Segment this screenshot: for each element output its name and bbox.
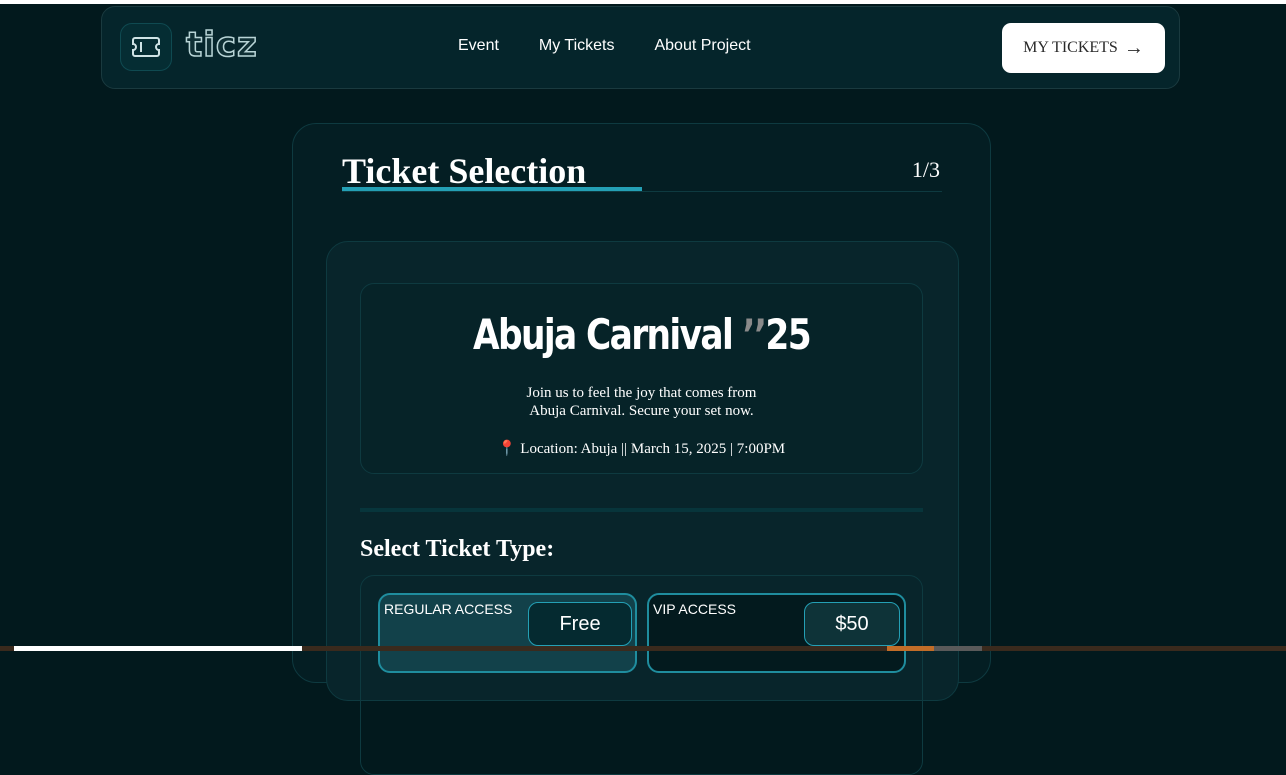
progress-track: [342, 191, 942, 192]
step-indicator: 1/3: [911, 157, 940, 182]
event-name: Abuja Carnival ’’25: [411, 310, 871, 359]
taskbar-segment: [934, 646, 982, 651]
nav-link-about-project[interactable]: About Project: [654, 37, 750, 55]
event-date: March 15, 2025: [630, 441, 727, 457]
brand-logo-text[interactable]: ticz: [185, 24, 258, 66]
primary-nav: Event My Tickets About Project: [458, 37, 751, 55]
event-meta-separator-1: ||: [621, 441, 628, 457]
ticket-option-label: VIP ACCESS: [653, 601, 737, 617]
ticket-type-options: REGULAR ACCESS Free VIP ACCESS $50: [360, 575, 923, 775]
select-ticket-type-heading: Select Ticket Type:: [360, 536, 555, 562]
arrow-right-icon: →: [1123, 36, 1144, 59]
nav-link-my-tickets[interactable]: My Tickets: [539, 37, 615, 55]
event-time: 7:00PM: [736, 441, 786, 457]
event-year: 25: [765, 310, 811, 359]
taskbar-segment: [887, 646, 934, 651]
event-description-line1: Join us to feel the joy that comes from: [526, 385, 757, 401]
event-location: Location: Abuja: [520, 441, 618, 457]
ticket-form-panel: Abuja Carnival ’’25 Join us to feel the …: [326, 241, 959, 775]
page-title: Ticket Selection: [342, 151, 587, 191]
event-year-quote: ’’: [742, 310, 768, 359]
location-pin-icon: 📍: [497, 441, 517, 457]
event-details-box: Abuja Carnival ’’25 Join us to feel the …: [360, 283, 923, 474]
ticket-option-vip[interactable]: VIP ACCESS $50: [647, 593, 906, 673]
ticket-logo-glyph: [132, 37, 160, 57]
section-divider: [360, 508, 923, 512]
my-tickets-button[interactable]: MY TICKETS →: [1002, 23, 1165, 73]
event-meta-separator-2: |: [730, 441, 734, 457]
taskbar-strip: [0, 646, 1286, 651]
event-description-line2: Abuja Carnival. Secure your set now.: [529, 403, 754, 419]
my-tickets-button-label: MY TICKETS: [1023, 39, 1118, 56]
event-description: Join us to feel the joy that comes from …: [361, 384, 922, 420]
ticket-option-regular[interactable]: REGULAR ACCESS Free: [378, 593, 637, 673]
ticket-option-price: $50: [804, 602, 900, 646]
ticket-selection-card: Ticket Selection 1/3 Abuja Carnival ’’25…: [292, 123, 991, 775]
taskbar-segment: [14, 646, 302, 651]
navbar: ticz Event My Tickets About Project MY T…: [101, 6, 1180, 89]
top-edge-bar: [0, 0, 1286, 4]
ticket-logo-icon[interactable]: [120, 23, 172, 71]
nav-link-event[interactable]: Event: [458, 37, 499, 55]
progress-fill: [342, 187, 642, 191]
ticket-option-price: Free: [528, 602, 632, 646]
event-meta: 📍 Location: Abuja || March 15, 2025 | 7:…: [361, 439, 922, 458]
event-name-text: Abuja Carnival: [472, 310, 734, 359]
ticket-option-label: REGULAR ACCESS: [384, 601, 513, 617]
